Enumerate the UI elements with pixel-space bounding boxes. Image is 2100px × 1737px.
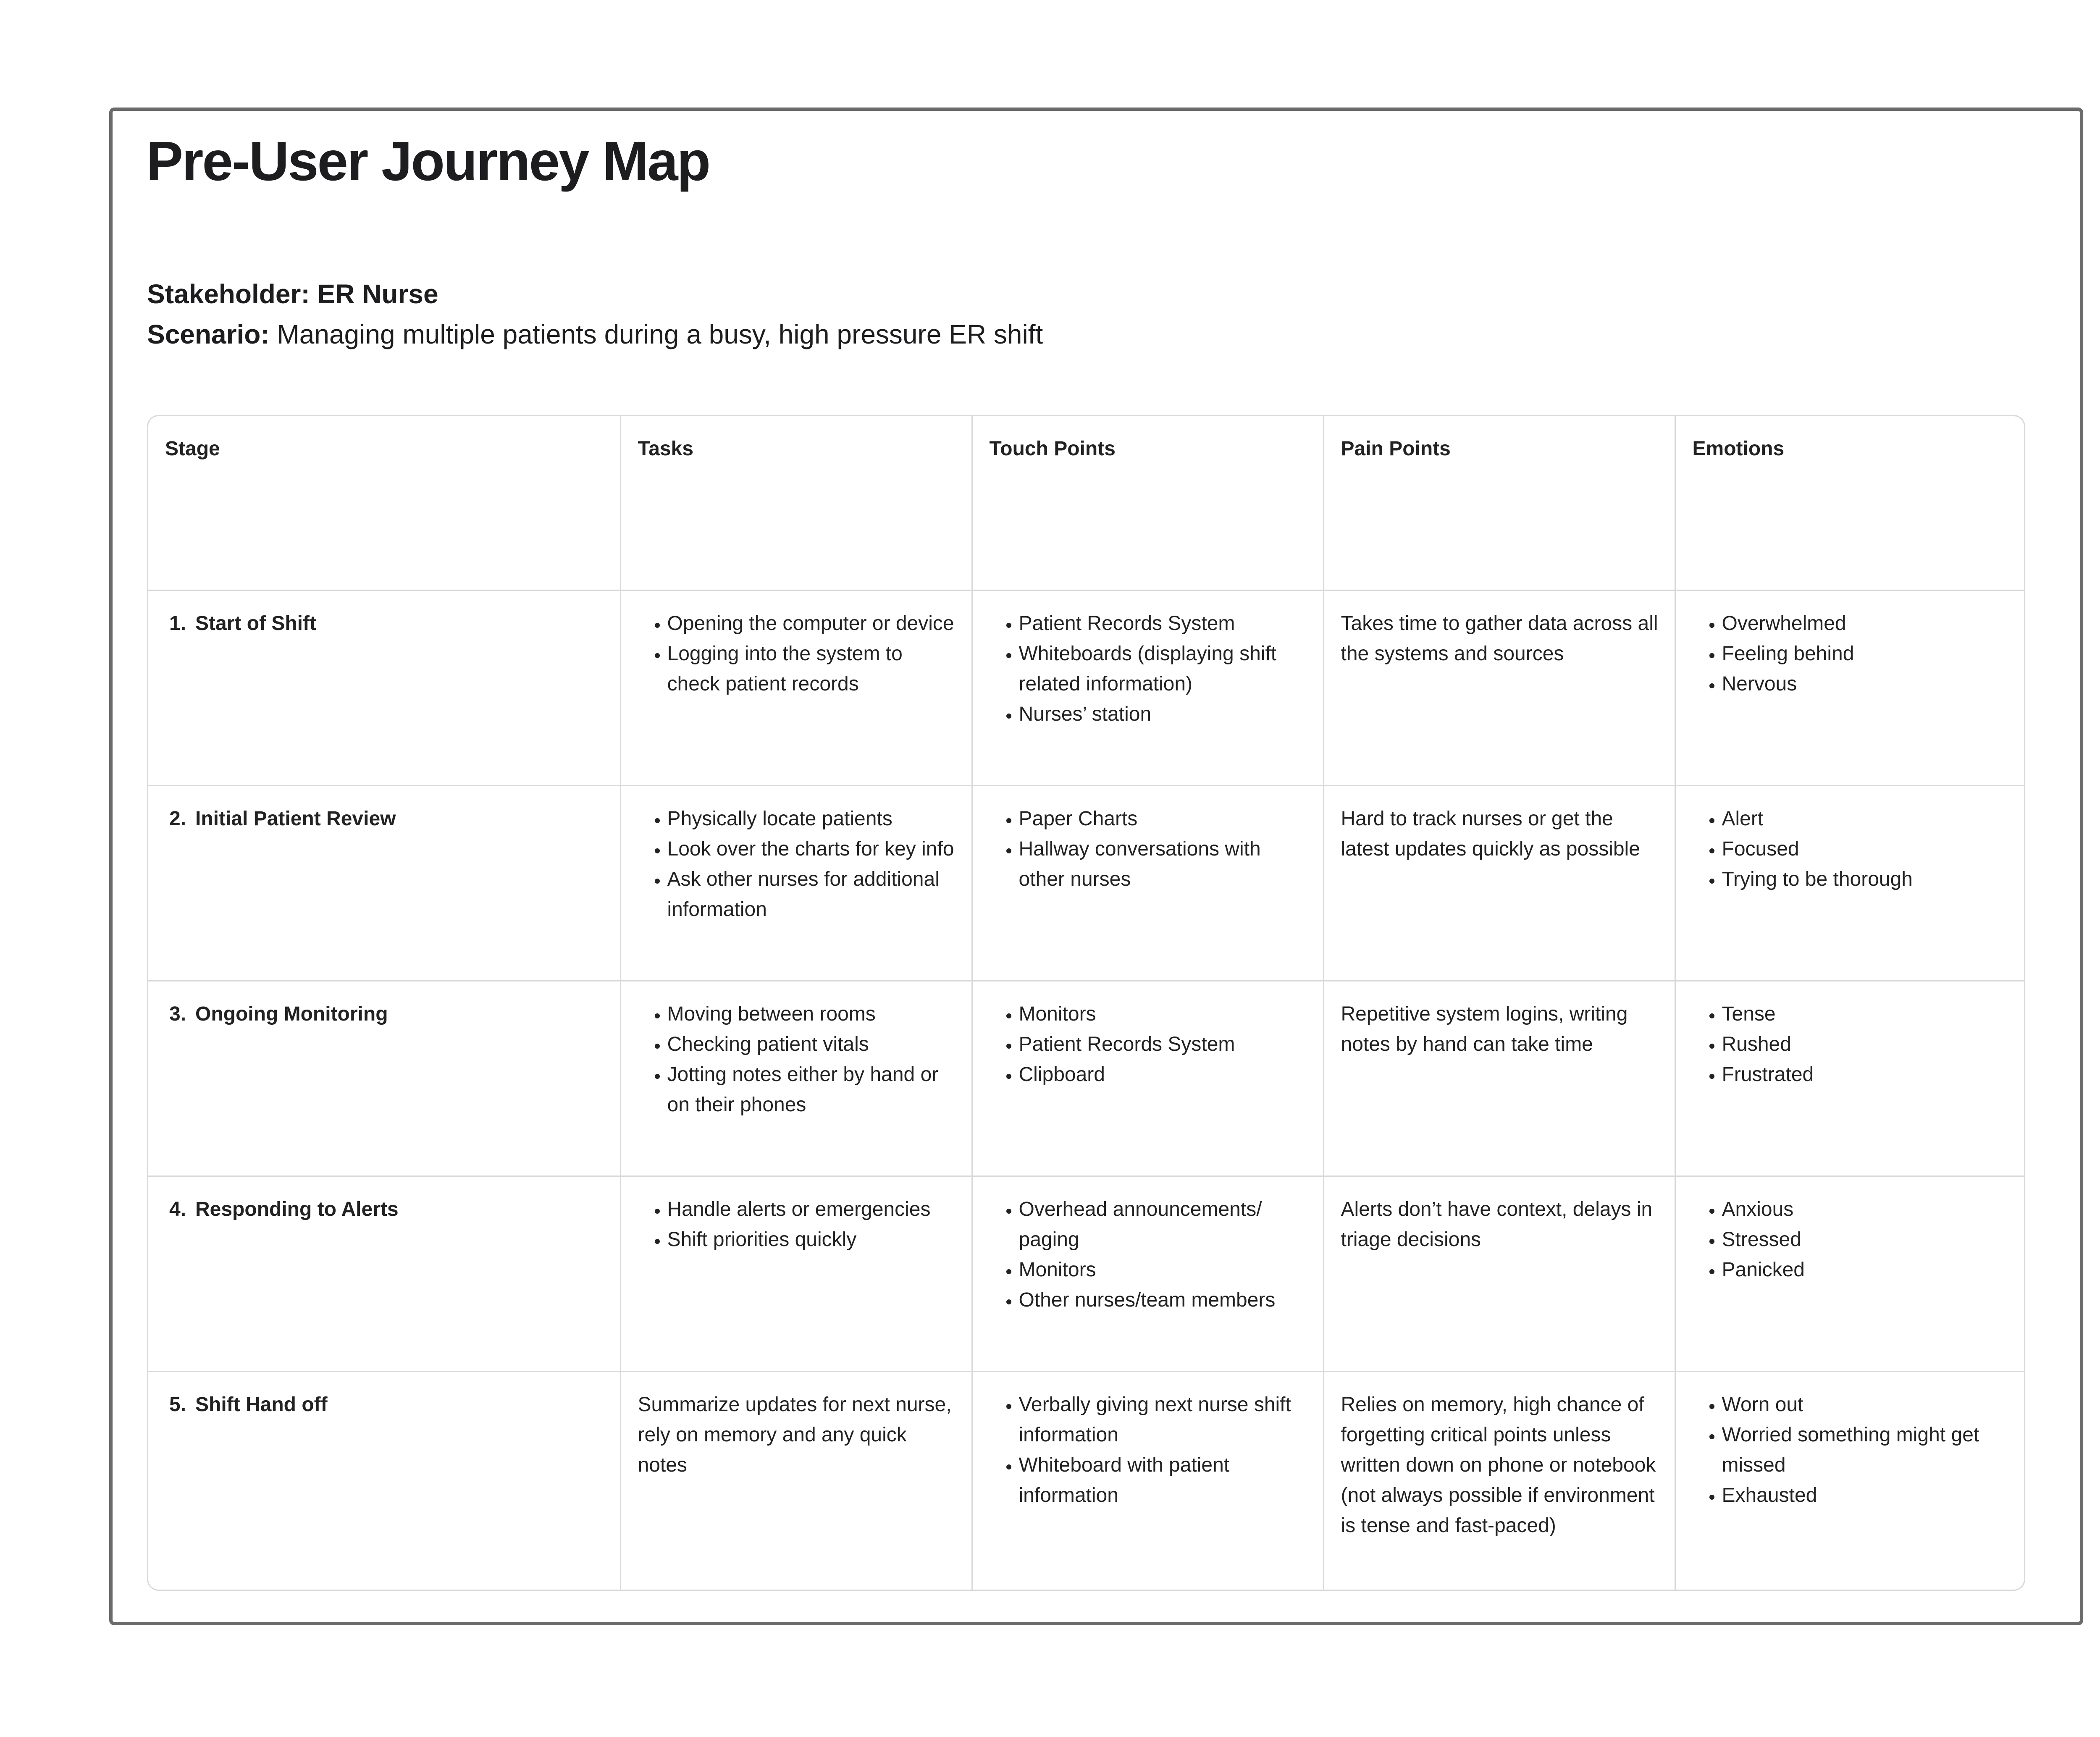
stakeholder-label: Stakeholder: (147, 279, 310, 309)
list-item: Frustrated (1722, 1060, 2011, 1090)
list-item: Look over the charts for key info (667, 834, 956, 864)
list-item: Handle alerts or emergencies (667, 1194, 956, 1225)
list-item: Checking patient vitals (667, 1029, 956, 1060)
stakeholder-line: Stakeholder: ER Nurse (147, 274, 1043, 314)
pain-points-cell: Hard to track nurses or get the latest u… (1323, 785, 1676, 981)
header-stage: Stage (148, 416, 621, 591)
list-item: Tense (1722, 999, 2011, 1029)
list-item: Shift priorities quickly (667, 1225, 956, 1255)
stakeholder-value: ER Nurse (317, 279, 438, 309)
touch-points-cell: Patient Records System Whiteboards (disp… (972, 590, 1324, 786)
stage-number: 5. (169, 1393, 186, 1416)
header-pain-points: Pain Points (1323, 416, 1676, 591)
list-item: Whiteboards (displaying shift related in… (1019, 639, 1307, 699)
stage-number: 2. (169, 807, 186, 830)
stage-cell: 2. Initial Patient Review (148, 785, 621, 981)
table-row: 5. Shift Hand off Summarize updates for n… (148, 1371, 2024, 1590)
tasks-cell: Handle alerts or emergencies Shift prior… (620, 1176, 973, 1372)
list-item: Feeling behind (1722, 639, 2011, 669)
pain-points-cell: Takes time to gather data across all the… (1323, 590, 1676, 786)
scenario-line: Scenario: Managing multiple patients dur… (147, 314, 1043, 354)
stage-cell: 3. Ongoing Monitoring (148, 981, 621, 1177)
stage-name: Responding to Alerts (195, 1198, 399, 1220)
list-item: Nurses’ station (1019, 699, 1307, 729)
list-item: Verbally giving next nurse shift informa… (1019, 1390, 1307, 1450)
stage-cell: 4. Responding to Alerts (148, 1176, 621, 1372)
header-emotions: Emotions (1675, 416, 2024, 591)
pain-points-cell: Repetitive system logins, writing notes … (1323, 981, 1676, 1177)
emotions-cell: Worn out Worried something might get mis… (1675, 1371, 2024, 1590)
list-item: Other nurses/team members (1019, 1285, 1307, 1315)
list-item: Clipboard (1019, 1060, 1307, 1090)
pain-points-cell: Relies on memory, high chance of forgett… (1323, 1371, 1676, 1590)
list-item: Rushed (1722, 1029, 2011, 1060)
list-item: Worried something might get missed (1722, 1420, 2011, 1480)
tasks-cell: Physically locate patients Look over the… (620, 785, 973, 981)
stage-cell: 5. Shift Hand off (148, 1371, 621, 1590)
list-item: Trying to be thorough (1722, 864, 2011, 895)
tasks-cell: Opening the computer or device Logging i… (620, 590, 973, 786)
list-item: Monitors (1019, 1255, 1307, 1285)
list-item: Moving between rooms (667, 999, 956, 1029)
list-item: Jotting notes either by hand or on their… (667, 1060, 956, 1120)
scenario-label: Scenario: (147, 319, 270, 349)
touch-points-cell: Monitors Patient Records System Clipboar… (972, 981, 1324, 1177)
stage-number: 3. (169, 1002, 186, 1025)
journey-table: Stage Tasks Touch Points Pain Points Emo… (148, 416, 2024, 1590)
table-row: 2. Initial Patient Review Physically loca… (148, 785, 2024, 981)
list-item: Patient Records System (1019, 609, 1307, 639)
list-item: Nervous (1722, 669, 2011, 699)
emotions-cell: Tense Rushed Frustrated (1675, 981, 2024, 1177)
table-header-row: Stage Tasks Touch Points Pain Points Emo… (148, 416, 2024, 591)
emotions-cell: Anxious Stressed Panicked (1675, 1176, 2024, 1372)
list-item: Exhausted (1722, 1480, 2011, 1511)
list-item: Anxious (1722, 1194, 2011, 1225)
touch-points-cell: Verbally giving next nurse shift informa… (972, 1371, 1324, 1590)
list-item: Ask other nurses for additional informat… (667, 864, 956, 925)
list-item: Panicked (1722, 1255, 2011, 1285)
header-touch-points: Touch Points (972, 416, 1324, 591)
stage-name: Ongoing Monitoring (195, 1002, 388, 1025)
touch-points-cell: Paper Charts Hallway conversations with … (972, 785, 1324, 981)
stage-name: Initial Patient Review (195, 807, 396, 830)
stage-number: 1. (169, 612, 186, 635)
stage-number: 4. (169, 1198, 186, 1220)
list-item: Focused (1722, 834, 2011, 864)
list-item: Overhead announcements/ paging (1019, 1194, 1307, 1255)
list-item: Physically locate patients (667, 804, 956, 834)
page-title: Pre-User Journey Map (146, 130, 711, 192)
table-row: 1. Start of Shift Opening the computer or… (148, 590, 2024, 786)
list-item: Monitors (1019, 999, 1307, 1029)
list-item: Alert (1722, 804, 2011, 834)
pain-points-cell: Alerts don’t have context, delays in tri… (1323, 1176, 1676, 1372)
header-tasks: Tasks (620, 416, 973, 591)
list-item: Whiteboard with patient information (1019, 1450, 1307, 1511)
list-item: Opening the computer or device (667, 609, 956, 639)
stage-cell: 1. Start of Shift (148, 590, 621, 786)
emotions-cell: Overwhelmed Feeling behind Nervous (1675, 590, 2024, 786)
list-item: Overwhelmed (1722, 609, 2011, 639)
list-item: Worn out (1722, 1390, 2011, 1420)
tasks-cell: Summarize updates for next nurse, rely o… (620, 1371, 973, 1590)
list-item: Stressed (1722, 1225, 2011, 1255)
table-row: 4. Responding to Alerts Handle alerts or … (148, 1176, 2024, 1372)
touch-points-cell: Overhead announcements/ paging Monitors … (972, 1176, 1324, 1372)
list-item: Logging into the system to check patient… (667, 639, 956, 699)
list-item: Paper Charts (1019, 804, 1307, 834)
scenario-value: Managing multiple patients during a busy… (277, 319, 1043, 349)
journey-meta: Stakeholder: ER Nurse Scenario: Managing… (147, 274, 1043, 354)
emotions-cell: Alert Focused Trying to be thorough (1675, 785, 2024, 981)
stage-name: Shift Hand off (195, 1393, 328, 1416)
list-item: Patient Records System (1019, 1029, 1307, 1060)
table-row: 3. Ongoing Monitoring Moving between room… (148, 981, 2024, 1177)
list-item: Hallway conversations with other nurses (1019, 834, 1307, 895)
journey-table-container: Stage Tasks Touch Points Pain Points Emo… (147, 415, 2025, 1591)
tasks-cell: Moving between rooms Checking patient vi… (620, 981, 973, 1177)
stage-name: Start of Shift (195, 612, 316, 635)
